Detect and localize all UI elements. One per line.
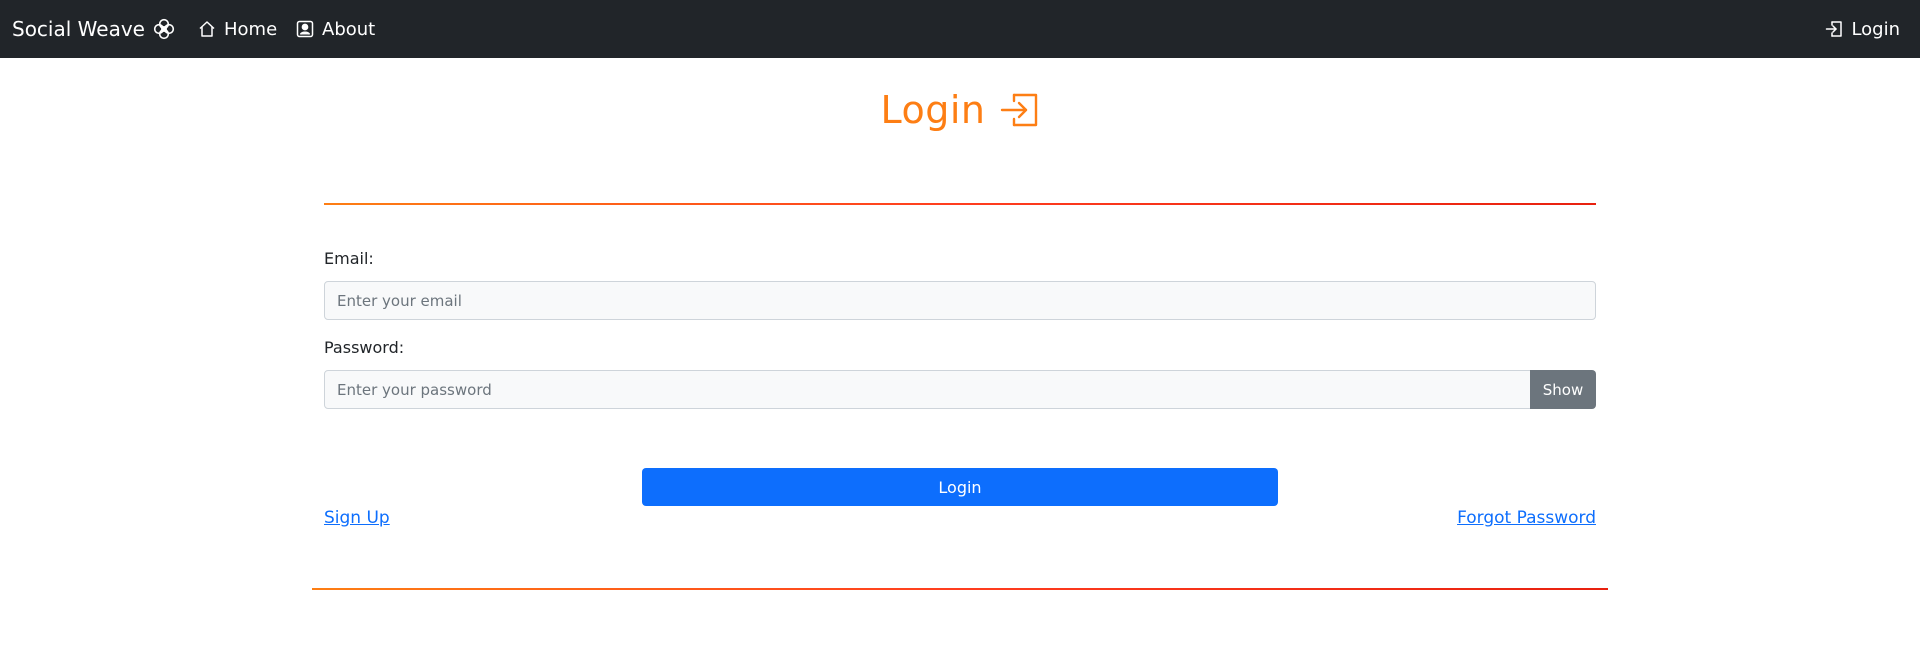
nav-link-login[interactable]: Login: [1825, 0, 1900, 58]
forgot-password-link[interactable]: Forgot Password: [1457, 508, 1596, 528]
nav-home-label: Home: [224, 18, 278, 40]
top-navbar: Social Weave Home About Login: [0, 0, 1920, 58]
password-field[interactable]: [324, 370, 1531, 409]
nav-about-label: About: [322, 18, 376, 40]
top-divider: [324, 203, 1596, 205]
password-label: Password:: [324, 338, 405, 357]
flower-icon: [153, 18, 175, 40]
login-submit-button[interactable]: Login: [642, 468, 1278, 506]
house-icon: [198, 20, 216, 38]
brand-name: Social Weave: [12, 17, 145, 41]
nav-link-about[interactable]: About: [296, 0, 375, 58]
bottom-divider: [312, 588, 1608, 590]
page-header: Login: [0, 82, 1920, 138]
person-badge-icon: [296, 20, 314, 38]
nav-link-home[interactable]: Home: [198, 0, 277, 58]
signup-link[interactable]: Sign Up: [324, 508, 390, 528]
email-field[interactable]: [324, 281, 1596, 320]
box-arrow-in-icon: [1825, 20, 1843, 38]
nav-login-label: Login: [1851, 18, 1900, 40]
email-label: Email:: [324, 249, 374, 268]
show-password-button[interactable]: Show: [1530, 370, 1596, 409]
page-title: Login: [880, 88, 986, 132]
brand-link[interactable]: Social Weave: [12, 0, 175, 58]
box-arrow-in-icon: [1000, 92, 1040, 128]
